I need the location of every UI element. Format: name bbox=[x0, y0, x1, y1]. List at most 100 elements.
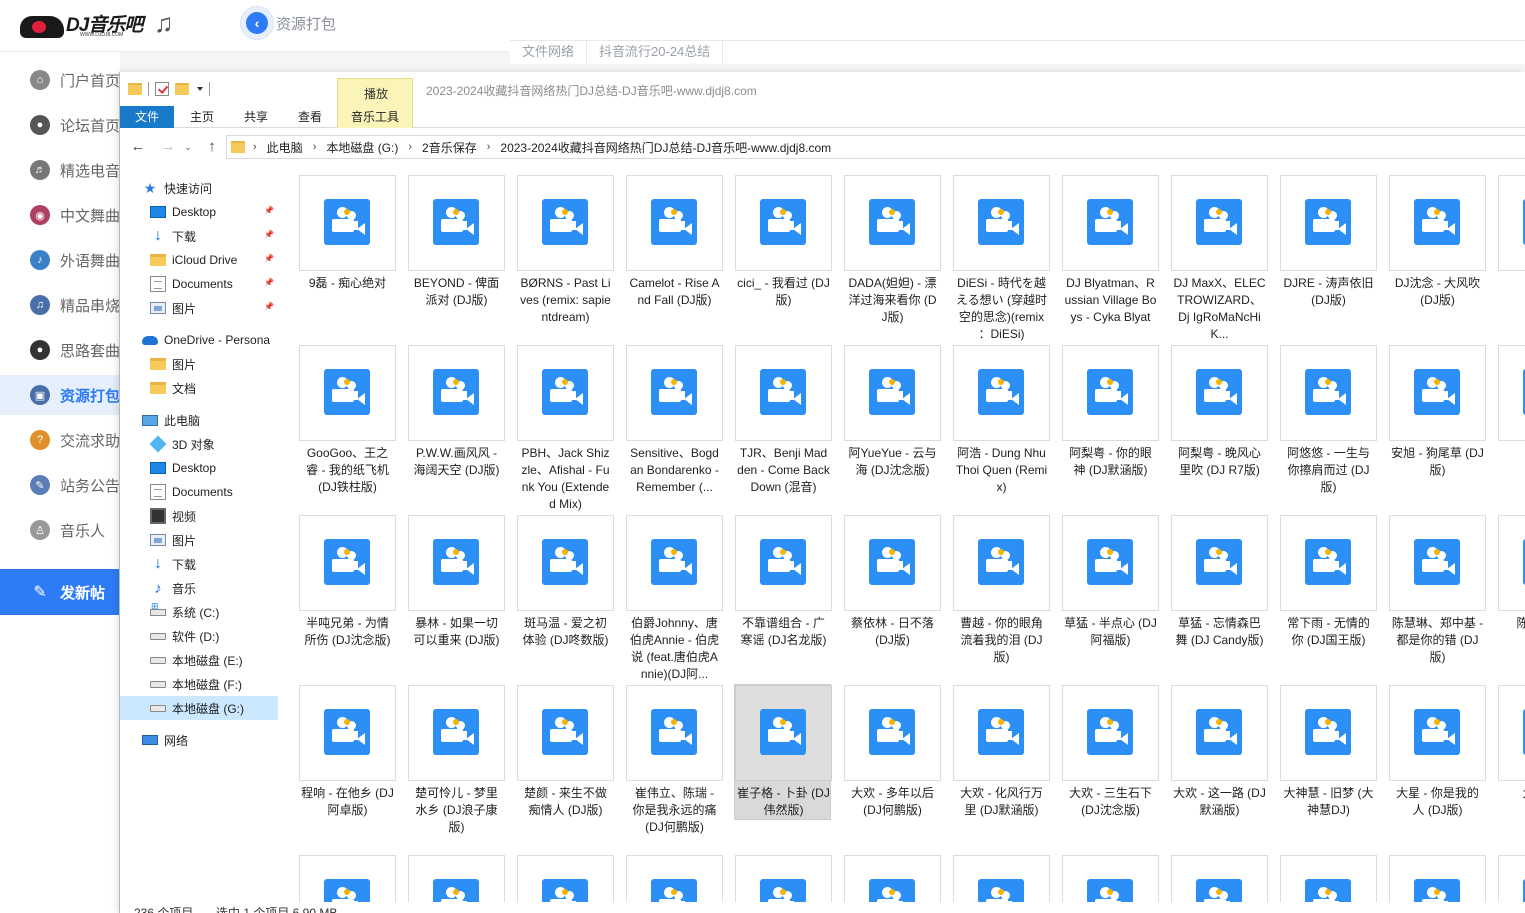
file-item[interactable] bbox=[516, 854, 614, 902]
file-item[interactable] bbox=[1061, 854, 1159, 902]
file-item[interactable]: 阿YueYue - 云与海 (DJ沈念版) bbox=[843, 344, 941, 480]
file-item[interactable]: 阿悠悠 - 一生与你擦肩而过 (DJ版) bbox=[1279, 344, 1377, 497]
file-item[interactable]: P.W.W.画风风 - 海阔天空 (DJ版) bbox=[407, 344, 505, 480]
file-item[interactable]: Camelot - Rise And Fall (DJ版) bbox=[625, 174, 723, 310]
file-item[interactable]: PBH、Jack Shizzle、Afishal - Funk You (Ext… bbox=[516, 344, 614, 514]
file-item[interactable]: 草猛 - 忘情森巴舞 (DJ Candy版) bbox=[1170, 514, 1268, 650]
file-item[interactable]: DJ Blyatman、Russian Village Boys - Cyka … bbox=[1061, 174, 1159, 327]
nav-tree-item[interactable]: 视频 bbox=[120, 504, 278, 528]
site-tab[interactable]: 抖音流行20-24总结 bbox=[587, 41, 724, 63]
file-item[interactable]: 安琥 (D bbox=[1497, 344, 1525, 463]
file-item[interactable]: 常下雨 - 无情的你 (DJ国王版) bbox=[1279, 514, 1377, 650]
sidebar-item[interactable]: ● 论坛首页 bbox=[0, 105, 120, 145]
chevron-right-icon[interactable]: › bbox=[487, 141, 491, 153]
chevron-right-icon[interactable]: › bbox=[408, 141, 412, 153]
file-item[interactable]: 暴林 - 如果一切可以重来 (DJ版) bbox=[407, 514, 505, 650]
file-item[interactable]: 斑马温 - 爱之初体验 (DJ咚数版) bbox=[516, 514, 614, 650]
file-item[interactable] bbox=[952, 854, 1050, 902]
sidebar-item[interactable]: ◉ 中文舞曲 bbox=[0, 195, 120, 235]
file-item[interactable]: 阿梨粤 - 你的眼神 (DJ默涵版) bbox=[1061, 344, 1159, 480]
file-item[interactable]: 程响 - 在他乡 (DJ阿卓版) bbox=[298, 684, 396, 820]
file-item[interactable]: 阿浩 - Dung Nhu Thoi Quen (Remix) bbox=[952, 344, 1050, 497]
chevron-right-icon[interactable]: › bbox=[253, 141, 257, 153]
file-item[interactable]: DJ沈念 - 大风吹 (DJ版) bbox=[1388, 174, 1486, 310]
nav-tree-item[interactable]: 本地磁盘 (E:) bbox=[120, 648, 278, 672]
file-item[interactable] bbox=[734, 854, 832, 902]
file-item[interactable] bbox=[1279, 854, 1377, 902]
file-item[interactable]: 大欢 - 多年以后 (DJ何鹏版) bbox=[843, 684, 941, 820]
file-item[interactable]: Sensitive、Bogdan Bondarenko - Remember (… bbox=[625, 344, 723, 497]
file-item[interactable] bbox=[1497, 854, 1525, 902]
file-item[interactable] bbox=[1388, 854, 1486, 902]
forward-arrow-icon[interactable]: → bbox=[160, 139, 176, 155]
file-item[interactable]: 崔伟立、陈瑞 - 你是我永远的痛 (DJ何鹏版) bbox=[625, 684, 723, 837]
nav-tree-item[interactable]: OneDrive - Persona bbox=[120, 328, 278, 352]
file-item[interactable]: BØRNS - Past Lives (remix: sapientdream) bbox=[516, 174, 614, 327]
sidebar-item[interactable]: ● 思路套曲 bbox=[0, 330, 120, 370]
nav-tree-item[interactable]: Documents bbox=[120, 480, 278, 504]
nav-tree-item[interactable]: 网络 bbox=[120, 728, 278, 752]
breadcrumb-item[interactable]: 2音乐保存 bbox=[422, 139, 477, 156]
file-item[interactable]: 大神慧 - 旧梦 (大神慧DJ) bbox=[1279, 684, 1377, 820]
sidebar-item[interactable]: ? 交流求助 bbox=[0, 420, 120, 460]
file-item[interactable]: 阿梨粤 - 晚风心里吹 (DJ R7版) bbox=[1170, 344, 1268, 480]
nav-tree-item[interactable]: 音乐 bbox=[120, 576, 278, 600]
sidebar-item[interactable]: ♬ 精选电音 bbox=[0, 150, 120, 190]
nav-tree-item[interactable]: Desktop 📌 bbox=[120, 200, 278, 224]
new-folder-icon[interactable] bbox=[175, 83, 189, 95]
file-item[interactable]: 大欢 - 化风行万里 (DJ默涵版) bbox=[952, 684, 1050, 820]
site-logo[interactable]: DJ音乐吧 WWW.DJDJ8.COM bbox=[18, 6, 148, 42]
site-tab[interactable]: 文件网络 bbox=[510, 41, 588, 63]
breadcrumb-item[interactable]: 本地磁盘 (G:) bbox=[326, 139, 398, 156]
nav-tree-item[interactable]: 下载 📌 bbox=[120, 224, 278, 248]
file-item[interactable]: 陈楚弹颜、 bbox=[1497, 514, 1525, 633]
file-item[interactable]: TJR、Benji Madden - Come Back Down (混音) bbox=[734, 344, 832, 497]
sidebar-item[interactable]: ♫ 精品串烧 bbox=[0, 285, 120, 325]
nav-tree-item[interactable]: iCloud Drive 📌 bbox=[120, 248, 278, 272]
sidebar-item[interactable]: ▣ 资源打包 bbox=[0, 375, 120, 415]
up-arrow-icon[interactable]: ↑ bbox=[204, 139, 220, 155]
file-item[interactable]: 大星 - 你是我的人 (DJ版) bbox=[1388, 684, 1486, 820]
nav-tree-item[interactable]: 此电脑 bbox=[120, 408, 278, 432]
file-item[interactable]: DJRE - 涛声依旧 (DJ版) bbox=[1279, 174, 1377, 310]
file-item[interactable]: 蔡依林 - 日不落 (DJ版) bbox=[843, 514, 941, 650]
sidebar-item[interactable]: ⌂ 门户首页 bbox=[0, 60, 120, 100]
file-item[interactable]: 大姚的风 bbox=[1497, 684, 1525, 803]
breadcrumb-item[interactable]: 2023-2024收藏抖音网络热门DJ总结-DJ音乐吧-www.djdj8.co… bbox=[500, 139, 831, 156]
file-item[interactable]: 大欢 - 这一路 (DJ默涵版) bbox=[1170, 684, 1268, 820]
file-item[interactable] bbox=[843, 854, 941, 902]
chevron-right-icon[interactable]: › bbox=[313, 141, 317, 153]
nav-tree-item[interactable]: Desktop bbox=[120, 456, 278, 480]
back-arrow-icon[interactable]: ← bbox=[130, 139, 146, 155]
chevron-down-icon[interactable]: ⌄ bbox=[180, 139, 196, 155]
breadcrumb-item[interactable]: 此电脑 bbox=[267, 139, 303, 156]
file-item[interactable]: 半吨兄弟 - 为情所伤 (DJ沈念版) bbox=[298, 514, 396, 650]
file-item[interactable]: DiESi - 時代を越える想い (穿越时空的思念)(remix ：DiESi) bbox=[952, 174, 1050, 344]
nav-tree-item[interactable]: 文档 bbox=[120, 376, 278, 400]
file-item[interactable]: 草猛 - 半点心 (DJ阿福版) bbox=[1061, 514, 1159, 650]
back-button[interactable]: ‹ bbox=[240, 6, 274, 40]
nav-tree-item[interactable]: 图片 bbox=[120, 528, 278, 552]
folder-icon[interactable] bbox=[128, 83, 142, 95]
nav-tree-item[interactable]: 软件 (D:) bbox=[120, 624, 278, 648]
file-item[interactable]: GooGoo、王之睿 - 我的纸飞机 (DJ铁柱版) bbox=[298, 344, 396, 497]
tab-file[interactable]: 文件 bbox=[120, 106, 174, 128]
file-item[interactable] bbox=[407, 854, 505, 902]
new-post-button[interactable]: ✎ 发新帖 bbox=[0, 569, 120, 615]
file-item[interactable]: cici_ - 我看过 (DJ版) bbox=[734, 174, 832, 310]
file-item[interactable]: BEYOND - 俾面派对 (DJ版) bbox=[407, 174, 505, 310]
file-item[interactable]: 崔子格 - 卜卦 (DJ伟然版) bbox=[734, 684, 832, 820]
file-item[interactable]: 曹越 - 你的眼角流着我的泪 (DJ版) bbox=[952, 514, 1050, 667]
properties-icon[interactable] bbox=[155, 82, 169, 96]
file-item[interactable] bbox=[625, 854, 723, 902]
file-item[interactable] bbox=[1170, 854, 1268, 902]
nav-tree-item[interactable]: 本地磁盘 (G:) bbox=[120, 696, 278, 720]
nav-tree-item[interactable]: 下载 bbox=[120, 552, 278, 576]
file-item[interactable]: 不靠谱组合 - 广寒谣 (DJ名龙版) bbox=[734, 514, 832, 650]
tab-share[interactable]: 共享 bbox=[230, 106, 282, 128]
nav-tree-item[interactable]: 系统 (C:) bbox=[120, 600, 278, 624]
tab-view[interactable]: 查看 bbox=[284, 106, 336, 128]
nav-tree-item[interactable]: 快速访问 bbox=[120, 176, 278, 200]
file-item[interactable]: 陈慧琳、郑中基 - 都是你的错 (DJ版) bbox=[1388, 514, 1486, 667]
nav-tree-item[interactable]: 3D 对象 bbox=[120, 432, 278, 456]
